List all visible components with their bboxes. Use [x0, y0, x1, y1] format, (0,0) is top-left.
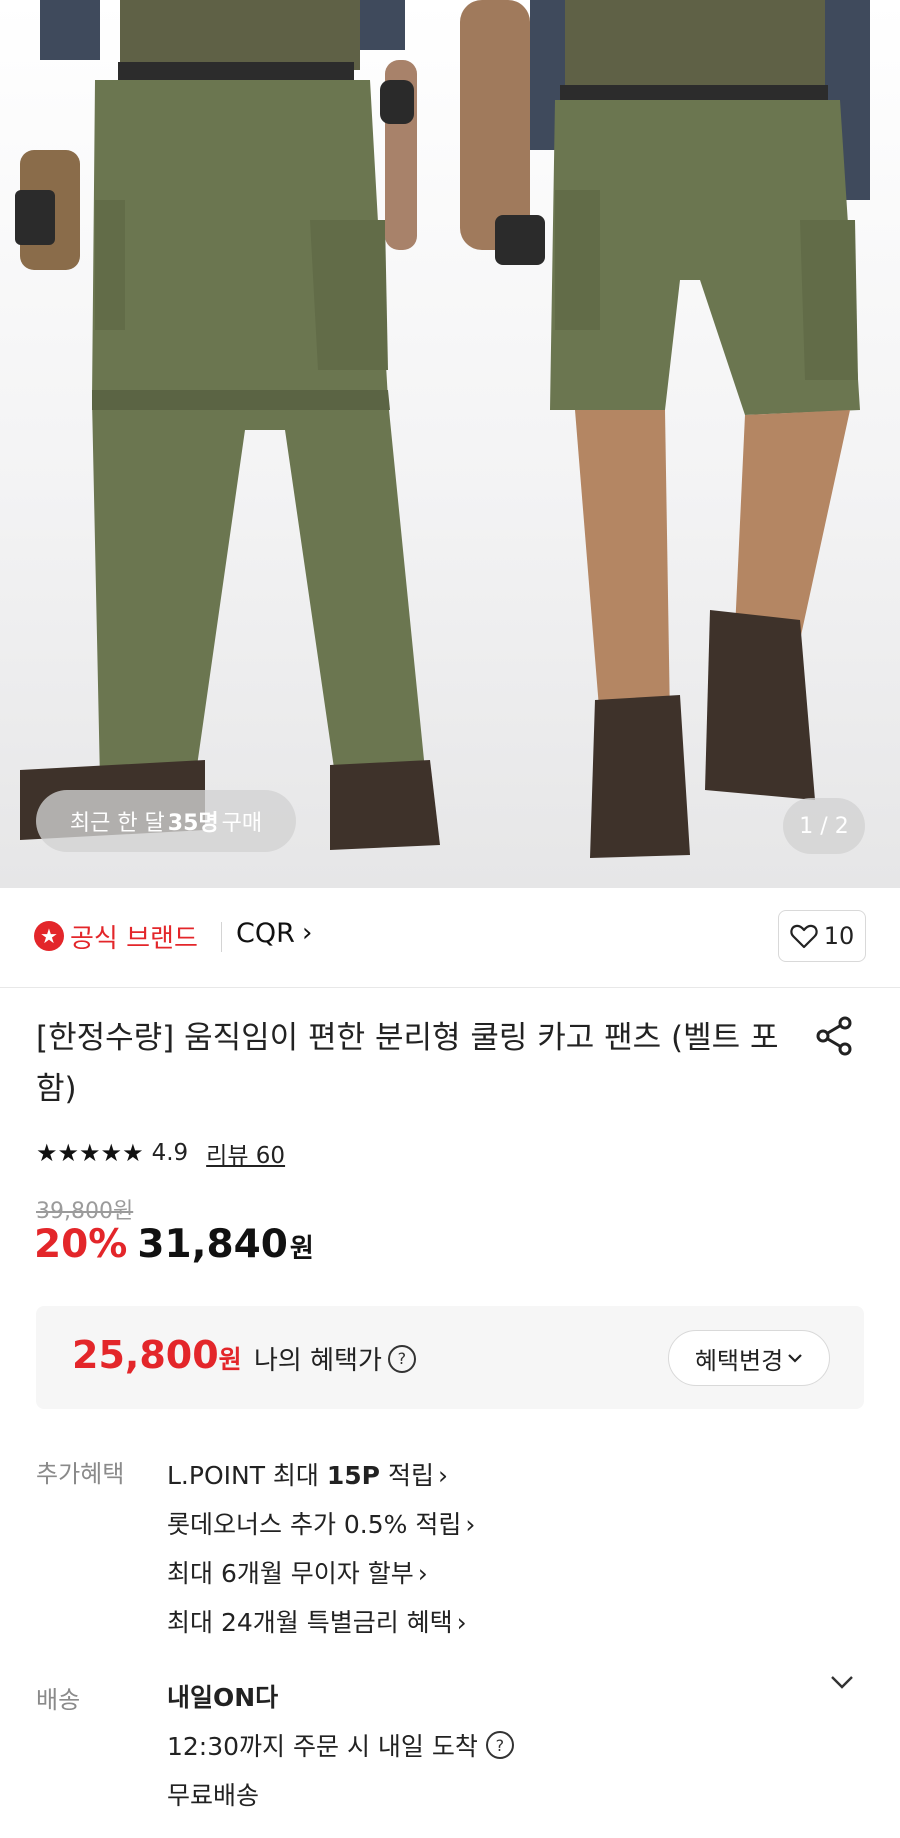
- model-left-illustration: [15, 0, 440, 850]
- delivery-cutoff-row: 12:30까지 주문 시 내일 도착 ?: [167, 1727, 514, 1763]
- brand-row: ★ 공식 브랜드 CQR › 10: [0, 888, 900, 988]
- heart-icon: [790, 924, 818, 949]
- review-link[interactable]: 리뷰 60: [206, 1136, 285, 1170]
- benefit-price-value: 25,800: [72, 1333, 219, 1377]
- benefit-item-text: L.POINT 최대: [167, 1461, 327, 1490]
- rating-score: 4.9: [151, 1140, 189, 1166]
- chevron-right-icon: ›: [465, 1510, 476, 1539]
- benefit-item-interest[interactable]: 최대 24개월 특별금리 혜택 ›: [167, 1603, 467, 1639]
- recent-buyers-badge: 최근 한 달 35명 구매: [36, 790, 296, 852]
- discount-percent: 20%: [34, 1222, 128, 1267]
- divider: [221, 922, 222, 952]
- model-right-illustration: [460, 0, 870, 858]
- product-title: [한정수량] 움직임이 편한 분리형 쿨링 카고 팬츠 (벨트 포함): [36, 1020, 779, 1107]
- buyers-count: 35명: [167, 811, 219, 836]
- buyers-prefix: 최근 한 달: [69, 811, 165, 836]
- benefit-item-highlight: 15P: [326, 1461, 380, 1490]
- benefit-item-text: 적립: [380, 1461, 434, 1490]
- share-icon[interactable]: [812, 1014, 856, 1058]
- chevron-down-icon[interactable]: [828, 1672, 856, 1692]
- product-photo: [15, 0, 870, 858]
- chevron-down-icon: [788, 1354, 802, 1363]
- benefit-item-installment[interactable]: 최대 6개월 무이자 할부 ›: [167, 1554, 428, 1590]
- delivery-fee: 무료배송: [167, 1781, 260, 1810]
- currency-unit: 원: [218, 1345, 242, 1374]
- benefit-label: 나의 혜택가: [254, 1346, 382, 1376]
- product-image-carousel[interactable]: 최근 한 달 35명 구매 1 / 2: [0, 0, 900, 888]
- like-count: 10: [823, 922, 855, 950]
- sale-price-row: 20% 31,840 원: [34, 1222, 314, 1267]
- delivery-title: 내일ON다: [167, 1683, 279, 1712]
- chevron-right-icon: ›: [456, 1608, 467, 1637]
- rating-row: ★★★★★ 4.9 리뷰 60: [36, 1136, 285, 1170]
- like-button[interactable]: 10: [778, 910, 866, 962]
- sale-price: 31,840: [137, 1222, 288, 1267]
- official-brand-label: 공식 브랜드: [70, 924, 198, 954]
- benefit-item-text: 최대 6개월 무이자 할부: [167, 1559, 414, 1588]
- change-benefit-label: 혜택변경: [694, 1346, 784, 1375]
- benefit-label-row: 나의 혜택가 ?: [254, 1340, 416, 1377]
- benefit-item-lpoint[interactable]: L.POINT 최대 15P 적립 ›: [167, 1456, 448, 1492]
- extra-benefits-label: 추가혜택: [36, 1460, 125, 1488]
- currency-unit: 원: [289, 1234, 314, 1264]
- change-benefit-button[interactable]: 혜택변경: [668, 1330, 830, 1386]
- help-icon[interactable]: ?: [485, 1731, 514, 1759]
- delivery-cutoff: 12:30까지 주문 시 내일 도착: [167, 1732, 478, 1761]
- image-pager: 1 / 2: [783, 798, 865, 854]
- star-rating-icon: ★★★★★: [36, 1139, 144, 1167]
- benefit-price: 25,800원: [72, 1333, 242, 1377]
- chevron-right-icon: ›: [417, 1559, 428, 1588]
- benefit-item-owners[interactable]: 롯데오너스 추가 0.5% 적립 ›: [167, 1505, 475, 1541]
- buyers-suffix: 구매: [221, 811, 263, 836]
- star-badge-icon: ★: [34, 921, 64, 951]
- help-icon[interactable]: ?: [387, 1344, 416, 1373]
- brand-link[interactable]: CQR: [236, 918, 295, 949]
- chevron-right-icon: ›: [437, 1461, 448, 1490]
- benefit-item-text: 최대 24개월 특별금리 혜택: [167, 1608, 453, 1637]
- my-benefit-box: 25,800원 나의 혜택가 ? 혜택변경: [36, 1306, 864, 1409]
- original-price: 39,800원: [36, 1199, 134, 1224]
- benefit-item-text: 롯데오너스 추가 0.5% 적립: [167, 1510, 462, 1539]
- delivery-label: 배송: [36, 1686, 81, 1714]
- chevron-right-icon[interactable]: ›: [302, 918, 312, 948]
